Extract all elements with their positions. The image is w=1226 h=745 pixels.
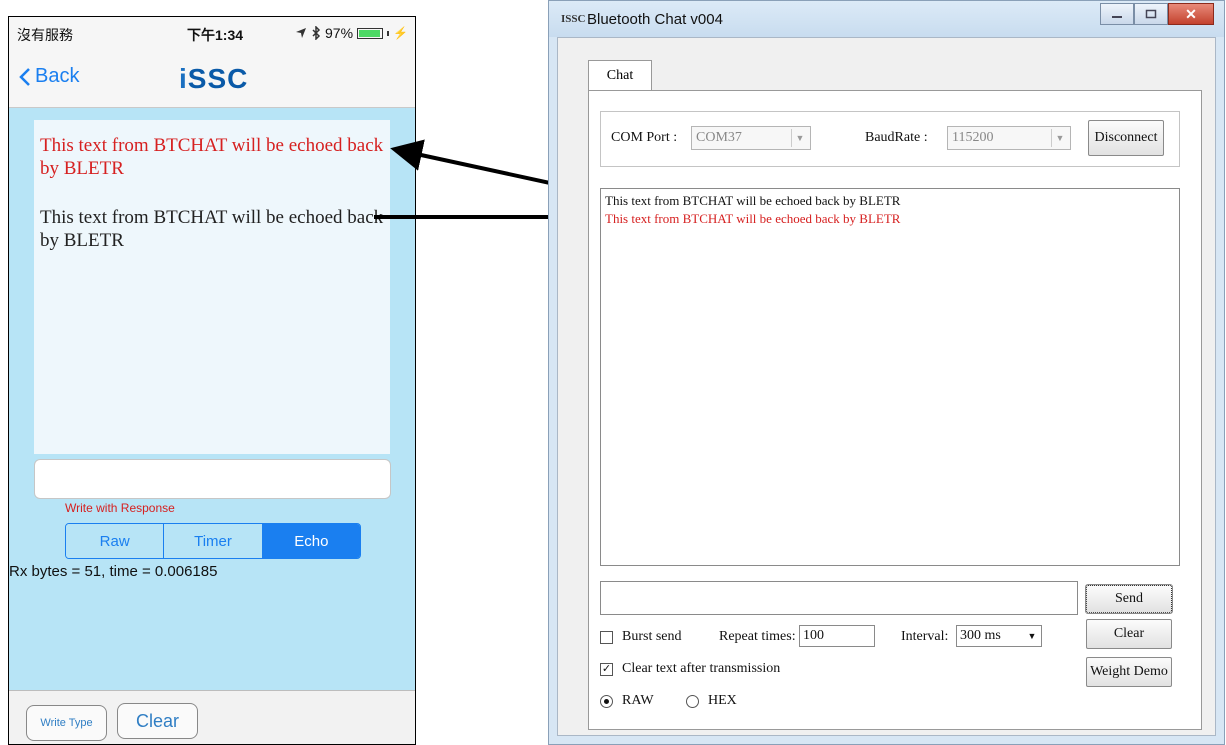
logo-i: i — [179, 63, 188, 94]
echo-text-black: This text from BTCHAT will be echoed bac… — [40, 207, 384, 251]
logo-ssc: SSC — [187, 63, 249, 94]
message-input[interactable] — [34, 459, 391, 499]
com-port-value: COM37 — [696, 130, 742, 145]
log-line-sent: This text from BTCHAT will be echoed bac… — [605, 193, 901, 208]
repeat-times-input[interactable]: 100 — [799, 625, 875, 647]
issc-logo: iSSC — [179, 63, 248, 95]
rx-status: Rx bytes = 51, time = 0.006185 — [9, 563, 218, 580]
raw-radio[interactable]: RAW — [600, 693, 654, 709]
window-title: Bluetooth Chat v004 — [587, 11, 723, 28]
com-port-label: COM Port : — [611, 130, 678, 145]
bottom-toolbar: Write Type Clear — [9, 690, 415, 744]
maximize-icon[interactable] — [1134, 3, 1168, 25]
received-text-view[interactable]: This text from BTCHAT will be echoed bac… — [34, 120, 390, 454]
segment-timer[interactable]: Timer — [164, 524, 263, 558]
echo-text-red: This text from BTCHAT will be echoed bac… — [40, 135, 384, 179]
clear-button[interactable]: Clear — [1086, 619, 1172, 649]
log-line-echo: This text from BTCHAT will be echoed bac… — [605, 211, 901, 226]
chevron-down-icon: ▼ — [1051, 129, 1068, 147]
clear-button[interactable]: Clear — [117, 703, 198, 739]
title-bar[interactable]: ISSC Bluetooth Chat v004 ✕ — [549, 1, 1224, 37]
minimize-icon[interactable] — [1100, 3, 1134, 25]
baudrate-value: 115200 — [952, 130, 994, 145]
write-type-button[interactable]: Write Type — [26, 705, 107, 741]
app-icon: ISSC — [561, 13, 586, 25]
com-port-select[interactable]: COM37 ▼ — [691, 126, 811, 150]
bluetooth-icon — [312, 26, 321, 40]
weight-demo-button[interactable]: Weight Demo — [1086, 657, 1172, 687]
baudrate-label: BaudRate : — [865, 130, 928, 145]
client-area: Chat COM Port : COM37 ▼ BaudRate : 11520… — [557, 37, 1216, 736]
battery-tip — [387, 30, 390, 36]
raw-label: RAW — [622, 693, 654, 708]
hex-radio[interactable]: HEX — [686, 693, 737, 709]
battery-icon — [357, 27, 384, 39]
chat-log[interactable]: This text from BTCHAT will be echoed bac… — [600, 188, 1180, 566]
phone-header: 沒有服務 下午1:34 97% ⚡ Back iSSC — [9, 17, 415, 108]
segment-raw[interactable]: Raw — [66, 524, 165, 558]
battery-percent: 97% — [325, 25, 354, 41]
caption-buttons: ✕ — [1100, 3, 1214, 25]
interval-select[interactable]: 300 ms ▼ — [956, 625, 1042, 647]
status-bar: 沒有服務 下午1:34 97% ⚡ — [9, 17, 415, 49]
chevron-left-icon — [19, 67, 30, 86]
charging-icon: ⚡ — [393, 26, 408, 40]
interval-label: Interval: — [901, 629, 949, 644]
chevron-down-icon: ▼ — [791, 129, 808, 147]
checkmark-icon: ✓ — [600, 662, 613, 676]
write-mode-label[interactable]: Write with Response — [65, 501, 175, 515]
close-icon[interactable]: ✕ — [1168, 3, 1214, 25]
back-label: Back — [35, 65, 80, 87]
phone-screen: 沒有服務 下午1:34 97% ⚡ Back iSSC This text fr… — [8, 16, 416, 745]
dropdown-arrow-icon: ▼ — [1027, 631, 1037, 641]
bluetooth-chat-window: ISSC Bluetooth Chat v004 ✕ Chat COM Port… — [548, 0, 1225, 745]
repeat-times-label: Repeat times: — [719, 629, 796, 644]
mode-segmented-control: Raw Timer Echo — [65, 523, 361, 559]
send-input[interactable] — [600, 581, 1078, 615]
carrier-label: 沒有服務 — [17, 27, 73, 43]
clear-after-label: Clear text after transmission — [622, 661, 781, 676]
tab-chat[interactable]: Chat — [588, 60, 652, 90]
hex-label: HEX — [708, 693, 737, 708]
baudrate-select[interactable]: 115200 ▼ — [947, 126, 1071, 150]
segment-echo[interactable]: Echo — [262, 524, 360, 558]
battery-fill — [359, 29, 381, 37]
clock-label: 下午1:34 — [187, 27, 244, 43]
burst-send-box — [600, 630, 613, 644]
status-right: 97% ⚡ — [295, 25, 408, 41]
burst-send-label: Burst send — [622, 629, 682, 644]
connection-group: COM Port : COM37 ▼ BaudRate : 115200 ▼ D… — [600, 111, 1180, 167]
disconnect-button[interactable]: Disconnect — [1088, 120, 1164, 156]
chat-tab-page: COM Port : COM37 ▼ BaudRate : 115200 ▼ D… — [588, 90, 1202, 730]
send-button[interactable]: Send — [1085, 584, 1173, 614]
raw-radio-selected — [600, 694, 613, 708]
hex-radio-empty — [686, 694, 699, 708]
burst-send-checkbox[interactable]: Burst send — [600, 629, 682, 645]
location-arrow-icon — [296, 28, 306, 38]
clear-after-checkbox[interactable]: ✓ Clear text after transmission — [600, 661, 780, 677]
interval-value: 300 ms — [960, 628, 1001, 643]
back-button[interactable]: Back — [19, 65, 79, 88]
nav-bar: Back iSSC — [9, 57, 415, 105]
